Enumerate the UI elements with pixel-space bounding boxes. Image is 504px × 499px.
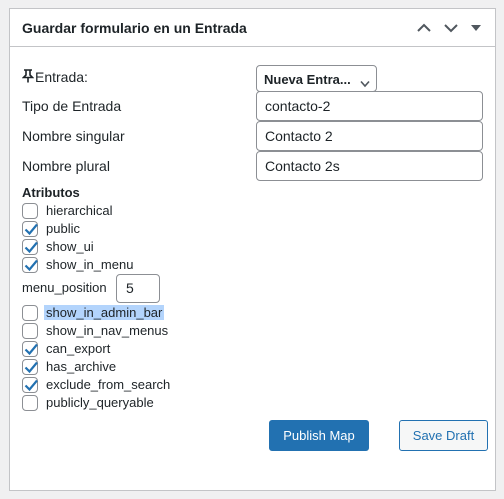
checkbox-label: has_archive: [46, 359, 117, 374]
checkbox-label: show_in_admin_bar: [44, 305, 165, 320]
entrada-label-row: Entrada:: [21, 69, 88, 85]
checkmark-icon: [24, 259, 38, 272]
publish-map-button[interactable]: Publish Map: [269, 420, 369, 451]
checkmark-icon: [24, 343, 38, 356]
panel-title: Guardar formulario en un Entrada: [22, 20, 247, 36]
checkbox-public[interactable]: [22, 221, 38, 237]
tipo-label: Tipo de Entrada: [22, 98, 122, 114]
singular-label: Nombre singular: [22, 128, 125, 144]
triangle-down-icon[interactable]: [466, 18, 486, 38]
checkbox-show-in-menu[interactable]: [22, 257, 38, 273]
entrada-select[interactable]: Nueva Entra...: [256, 65, 377, 92]
singular-input[interactable]: Contacto 2: [256, 121, 483, 151]
chevron-down-icon[interactable]: [441, 18, 461, 38]
save-draft-button[interactable]: Save Draft: [399, 420, 488, 451]
checkbox-label: exclude_from_search: [46, 377, 171, 392]
checkbox-label: public: [46, 221, 80, 236]
checkbox-show-ui[interactable]: [22, 239, 38, 255]
plural-input[interactable]: Contacto 2s: [256, 151, 483, 181]
checkbox-show-in-nav-menus[interactable]: [22, 323, 38, 339]
checkbox-label: can_export: [46, 341, 111, 356]
checkbox-exclude-from-search[interactable]: [22, 377, 38, 393]
tipo-input[interactable]: contacto-2: [256, 91, 483, 121]
checkmark-icon: [24, 223, 38, 236]
menu-position-input[interactable]: 5: [116, 274, 160, 303]
checkmark-icon: [24, 379, 38, 392]
checkbox-hierarchical[interactable]: [22, 203, 38, 219]
checkbox-label: show_ui: [46, 239, 94, 254]
checkbox-label: hierarchical: [46, 203, 113, 218]
attributes-heading: Atributos: [22, 185, 80, 200]
checkbox-can-export[interactable]: [22, 341, 38, 357]
checkmark-icon: [24, 241, 38, 254]
checkmark-icon: [24, 361, 38, 374]
checkbox-label: show_in_menu: [46, 257, 134, 272]
checkbox-show-in-admin-bar[interactable]: [22, 305, 38, 321]
save-form-panel: Guardar formulario en un Entrada Entrada…: [9, 8, 496, 491]
pin-icon: [21, 69, 35, 83]
checkbox-label: publicly_queryable: [46, 395, 154, 410]
checkbox-has-archive[interactable]: [22, 359, 38, 375]
entrada-label: Entrada:: [35, 69, 88, 85]
chevron-up-icon[interactable]: [414, 18, 434, 38]
entrada-select-value: Nueva Entra...: [264, 72, 351, 87]
menu-position-label: menu_position: [22, 280, 107, 295]
checkbox-label: show_in_nav_menus: [46, 323, 169, 338]
plural-label: Nombre plural: [22, 158, 110, 174]
panel-header: Guardar formulario en un Entrada: [10, 9, 495, 47]
checkbox-publicly-queryable[interactable]: [22, 395, 38, 411]
